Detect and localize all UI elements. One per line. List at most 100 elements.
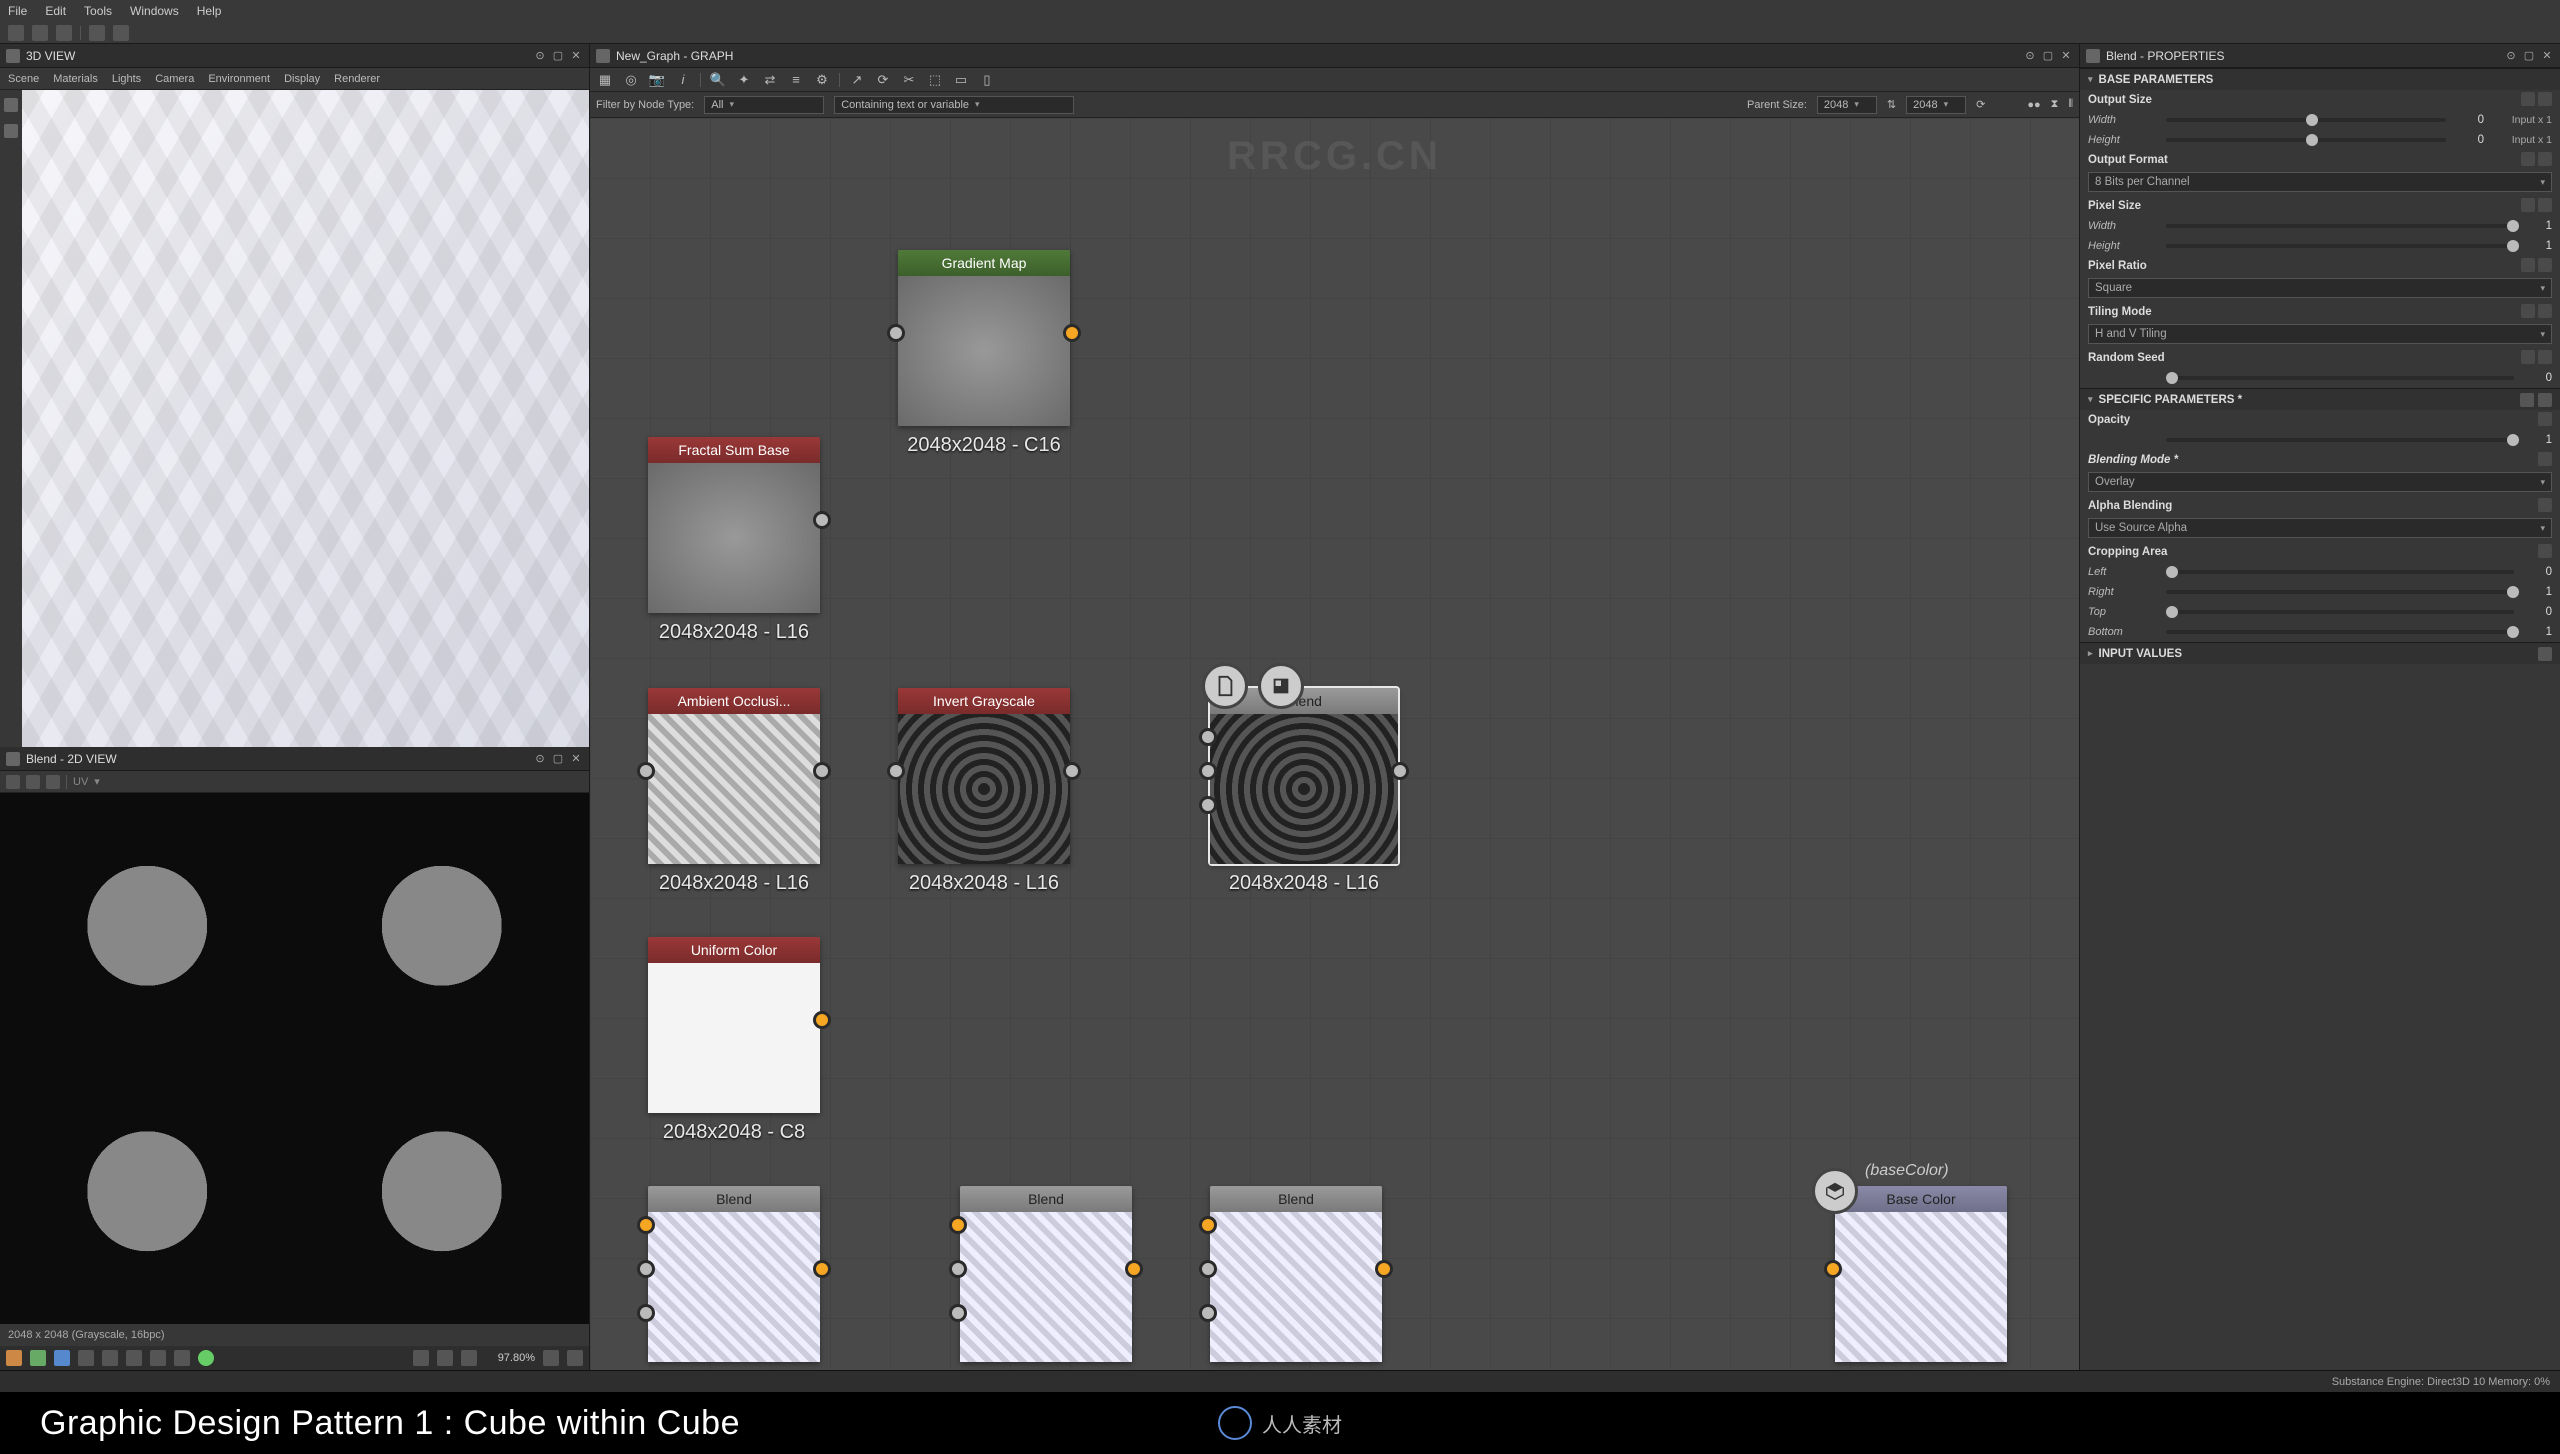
node-port-out[interactable] xyxy=(813,511,831,529)
popout-icon[interactable]: ▢ xyxy=(2522,49,2536,63)
redo-icon[interactable] xyxy=(113,25,129,41)
info-icon[interactable] xyxy=(102,1350,118,1366)
slider[interactable] xyxy=(2166,244,2514,248)
pixel-ratio-select[interactable]: Square xyxy=(2088,278,2552,298)
reset-icon[interactable] xyxy=(2538,198,2552,212)
undo-icon[interactable] xyxy=(89,25,105,41)
reset-icon[interactable] xyxy=(2538,498,2552,512)
search-icon[interactable]: 🔍 xyxy=(709,71,727,89)
reset-icon[interactable] xyxy=(2538,350,2552,364)
node-port-in[interactable] xyxy=(637,1216,655,1234)
channel-r-icon[interactable] xyxy=(6,1350,22,1366)
compact-icon[interactable]: ▭ xyxy=(952,71,970,89)
section-base-parameters[interactable]: ▾ BASE PARAMETERS xyxy=(2080,68,2560,90)
subtab-renderer[interactable]: Renderer xyxy=(334,73,380,85)
node-port-out[interactable] xyxy=(813,1011,831,1029)
parent-size-select-2[interactable]: 2048 xyxy=(1906,96,1966,114)
node-port-in[interactable] xyxy=(949,1304,967,1322)
refresh-icon[interactable]: ⟳ xyxy=(1976,98,1985,111)
node-blend-selected[interactable]: Blend 2048x2048 - L16 xyxy=(1210,688,1398,864)
close-icon[interactable]: ✕ xyxy=(2059,49,2073,63)
node-output-icon[interactable] xyxy=(1812,1168,1858,1214)
node-port-in[interactable] xyxy=(1824,1260,1842,1278)
node-port-out[interactable] xyxy=(1125,1260,1143,1278)
refresh-icon[interactable]: ⟳ xyxy=(874,71,892,89)
node-blend-1[interactable]: Blend xyxy=(648,1186,820,1362)
link-icon[interactable] xyxy=(2521,92,2535,106)
subtab-display[interactable]: Display xyxy=(284,73,320,85)
close-icon[interactable]: ✕ xyxy=(569,49,583,63)
zoom-out-icon[interactable] xyxy=(413,1350,429,1366)
info-icon[interactable]: i xyxy=(674,71,692,89)
slider[interactable] xyxy=(2166,590,2514,594)
save-icon[interactable] xyxy=(2520,393,2534,407)
section-specific-parameters[interactable]: ▾ SPECIFIC PARAMETERS * xyxy=(2080,388,2560,410)
node-port-in[interactable] xyxy=(1199,762,1217,780)
node-preview-icon[interactable] xyxy=(1258,663,1304,709)
channel-b-icon[interactable] xyxy=(54,1350,70,1366)
node-gradient-map[interactable]: Gradient Map 2048x2048 - C16 xyxy=(898,250,1070,426)
open-icon[interactable] xyxy=(32,25,48,41)
cut-icon[interactable]: ✂ xyxy=(900,71,918,89)
pin-icon[interactable]: ⊙ xyxy=(2504,49,2518,63)
zoom-in-icon[interactable] xyxy=(461,1350,477,1366)
output-format-select[interactable]: 8 Bits per Channel xyxy=(2088,172,2552,192)
node-port-in[interactable] xyxy=(637,1304,655,1322)
pin-icon[interactable]: ⊙ xyxy=(2023,49,2037,63)
slider[interactable] xyxy=(2166,118,2446,122)
link-icon[interactable]: ⇄ xyxy=(761,71,779,89)
node-invert-grayscale[interactable]: Invert Grayscale 2048x2048 - L16 xyxy=(898,688,1070,864)
tool-icon[interactable] xyxy=(46,775,60,789)
frame-icon[interactable]: ▦ xyxy=(596,71,614,89)
reset-icon[interactable] xyxy=(2538,304,2552,318)
slider[interactable] xyxy=(2166,610,2514,614)
autolayout-icon[interactable]: ⬚ xyxy=(926,71,944,89)
node-port-in[interactable] xyxy=(637,762,655,780)
view2d-canvas[interactable] xyxy=(0,793,589,1324)
alpha-blending-select[interactable]: Use Source Alpha xyxy=(2088,518,2552,538)
subtab-lights[interactable]: Lights xyxy=(112,73,141,85)
link-icon[interactable] xyxy=(2521,152,2535,166)
ruler-icon[interactable] xyxy=(150,1350,166,1366)
chevron-down-icon[interactable]: ▾ xyxy=(94,775,100,788)
lock-icon[interactable] xyxy=(567,1350,583,1366)
reset-icon[interactable] xyxy=(2538,92,2552,106)
node-port-in[interactable] xyxy=(637,1260,655,1278)
menu-edit[interactable]: Edit xyxy=(45,4,66,18)
save-icon[interactable] xyxy=(56,25,72,41)
node-port-in[interactable] xyxy=(949,1216,967,1234)
node-port-in[interactable] xyxy=(887,762,905,780)
node-doc-icon[interactable] xyxy=(1202,663,1248,709)
node-port-in[interactable] xyxy=(1199,1260,1217,1278)
node-port-in[interactable] xyxy=(949,1260,967,1278)
reset-icon[interactable] xyxy=(2538,647,2552,661)
target-icon[interactable]: ◎ xyxy=(622,71,640,89)
tool-icon[interactable] xyxy=(26,775,40,789)
reset-icon[interactable] xyxy=(2538,258,2552,272)
node-port-out[interactable] xyxy=(1063,762,1081,780)
settings-icon[interactable]: ⫴ xyxy=(2068,98,2073,111)
pin-icon[interactable]: ⊙ xyxy=(533,49,547,63)
options-icon[interactable]: ⚙ xyxy=(813,71,831,89)
node-port-out[interactable] xyxy=(813,762,831,780)
close-icon[interactable]: ✕ xyxy=(569,752,583,766)
slider[interactable] xyxy=(2166,224,2514,228)
menu-windows[interactable]: Windows xyxy=(130,4,179,18)
zoom-fit-icon[interactable] xyxy=(437,1350,453,1366)
node-port-in[interactable] xyxy=(1199,728,1217,746)
slider[interactable] xyxy=(2166,570,2514,574)
menu-file[interactable]: File xyxy=(8,4,27,18)
snapshot-icon[interactable]: 📷 xyxy=(648,71,666,89)
popout-icon[interactable]: ▢ xyxy=(2041,49,2055,63)
subtab-materials[interactable]: Materials xyxy=(53,73,98,85)
pin-icon[interactable]: ⊙ xyxy=(533,752,547,766)
node-blend-3[interactable]: Blend xyxy=(1210,1186,1382,1362)
node-base-color[interactable]: Base Color xyxy=(1835,1186,2007,1362)
parent-size-select[interactable]: 2048 xyxy=(1817,96,1877,114)
timing-icon[interactable]: ⧗ xyxy=(2051,98,2059,111)
node-port-in[interactable] xyxy=(1199,1216,1217,1234)
subtab-scene[interactable]: Scene xyxy=(8,73,39,85)
node-blend-2[interactable]: Blend xyxy=(960,1186,1132,1362)
menu-tools[interactable]: Tools xyxy=(84,4,112,18)
reset-icon[interactable] xyxy=(2538,412,2552,426)
